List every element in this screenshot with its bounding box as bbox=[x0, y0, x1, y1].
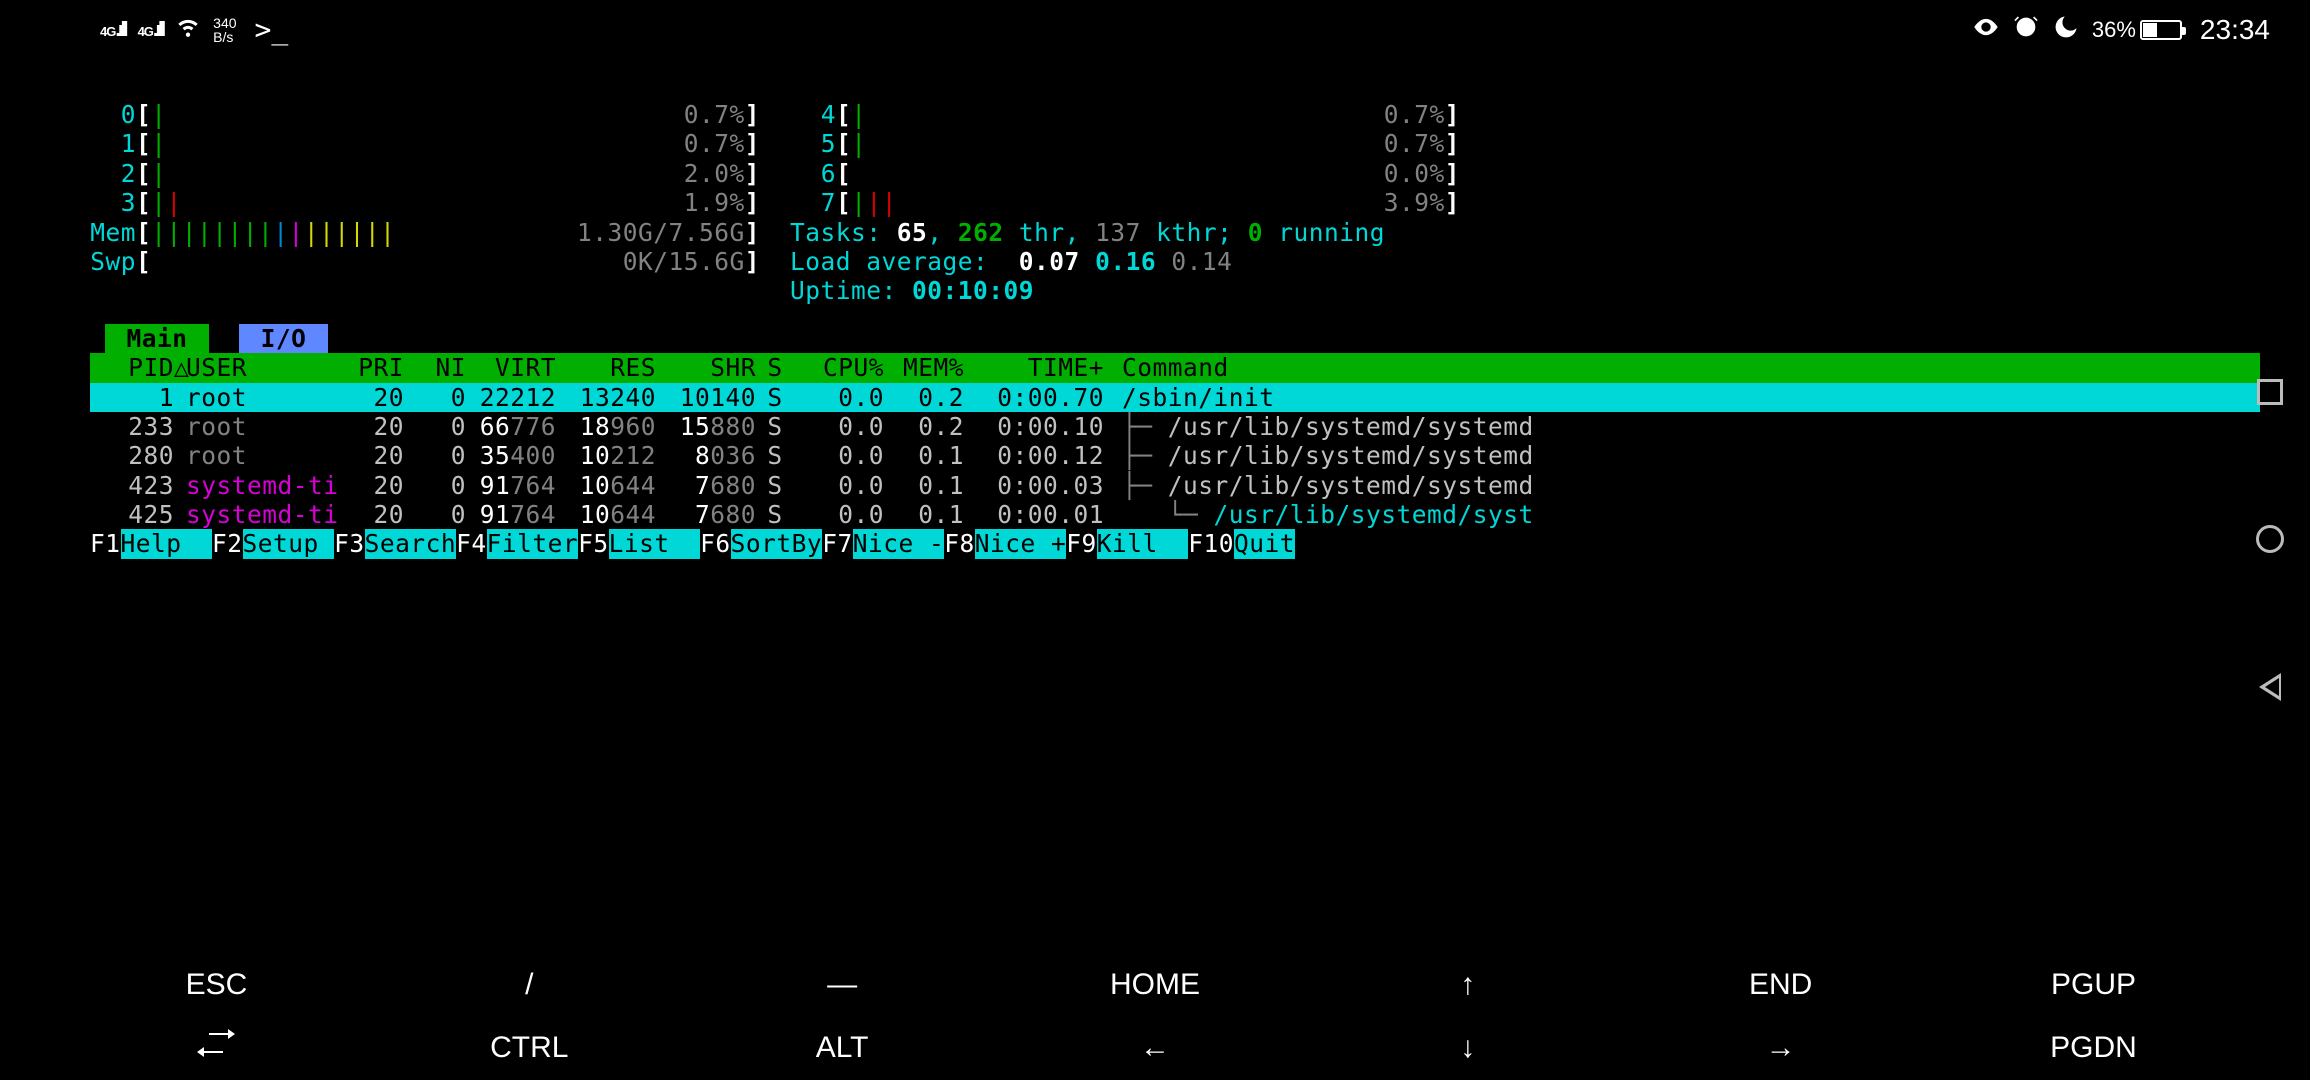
cpu-meter-4: 4[|0.7%] bbox=[790, 100, 1460, 129]
softkey-pgdn[interactable]: PGDN bbox=[1993, 1030, 2193, 1066]
softkey-alt[interactable]: ALT bbox=[742, 1030, 942, 1066]
fnkey-f4[interactable]: F4Filter bbox=[456, 529, 578, 558]
softkey-left[interactable]: ← bbox=[1055, 1030, 1255, 1066]
cpu-meter-0: 0[|0.7%] bbox=[90, 100, 760, 129]
tasks-line: Tasks: 65, 262 thr, 137 kthr; 0 running bbox=[790, 218, 2260, 247]
softkey-end[interactable]: END bbox=[1681, 967, 1881, 1003]
cpu-meter-5: 5[|0.7%] bbox=[790, 129, 1460, 158]
softkey-tab[interactable] bbox=[116, 1029, 316, 1066]
fnkey-f3[interactable]: F3Search bbox=[334, 529, 456, 558]
terminal-app-icon: >_ bbox=[255, 13, 289, 47]
softkey-right[interactable]: → bbox=[1681, 1030, 1881, 1066]
android-statusbar: 4G.ıll 4G.ıll 340 B/s >_ 36% 23:34 bbox=[0, 0, 2310, 60]
tab-io[interactable]: I/O bbox=[239, 324, 327, 353]
fnkey-f7[interactable]: F7Nice - bbox=[822, 529, 944, 558]
fnkey-f8[interactable]: F8Nice + bbox=[944, 529, 1066, 558]
softkey-up[interactable]: ↑ bbox=[1368, 967, 1568, 1003]
fnkey-f10[interactable]: F10Quit bbox=[1188, 529, 1295, 558]
table-row[interactable]: 280 root20035400102128036S0.00.10:00.12├… bbox=[90, 441, 2260, 470]
battery-level: 36% bbox=[2092, 17, 2182, 43]
softkey-down[interactable]: ↓ bbox=[1368, 1030, 1568, 1066]
fnkey-f5[interactable]: F5List bbox=[578, 529, 700, 558]
wifi-icon bbox=[175, 13, 201, 47]
moon-icon bbox=[2052, 13, 2080, 47]
cpu-meter-7: 7[|||3.9%] bbox=[790, 188, 1460, 217]
softkey-―[interactable]: ― bbox=[742, 967, 942, 1003]
softkey-esc[interactable]: ESC bbox=[116, 967, 316, 1003]
fnkey-f6[interactable]: F6SortBy bbox=[700, 529, 822, 558]
cpu-meter-1: 1[|0.7%] bbox=[90, 129, 760, 158]
fnkey-f9[interactable]: F9Kill bbox=[1066, 529, 1188, 558]
recents-icon[interactable] bbox=[2257, 379, 2283, 405]
data-rate: 340 B/s bbox=[213, 16, 236, 44]
alarm-icon bbox=[2012, 13, 2040, 47]
swap-meter: Swp[0K/15.6G] bbox=[90, 247, 760, 276]
softkey-home[interactable]: HOME bbox=[1055, 967, 1255, 1003]
htop-terminal[interactable]: 0[|0.7%]1[|0.7%]2[|2.0%]3[||1.9%] 4[|0.7… bbox=[90, 100, 2260, 559]
cpu-meter-3: 3[||1.9%] bbox=[90, 188, 760, 217]
softkey-ctrl[interactable]: CTRL bbox=[429, 1030, 629, 1066]
eye-icon bbox=[1972, 13, 2000, 47]
function-key-bar: F1Help F2Setup F3SearchF4FilterF5List F6… bbox=[90, 529, 2260, 558]
softkey-pgup[interactable]: PGUP bbox=[1993, 967, 2193, 1003]
meters-area: 0[|0.7%]1[|0.7%]2[|2.0%]3[||1.9%] 4[|0.7… bbox=[90, 100, 2260, 218]
process-list[interactable]: 1 root200222121324010140S0.00.20:00.70/s… bbox=[90, 383, 2260, 530]
table-row[interactable]: 425 systemd-ti20091764106447680S0.00.10:… bbox=[90, 500, 2260, 529]
process-header[interactable]: PID△USERPRINIVIRTRESSHRSCPU%MEM%TIME+Com… bbox=[90, 353, 2260, 382]
fnkey-f1[interactable]: F1Help bbox=[90, 529, 212, 558]
tab-main[interactable]: Main bbox=[105, 324, 209, 353]
softkey-/[interactable]: / bbox=[429, 967, 629, 1003]
android-nav-bar bbox=[2240, 0, 2300, 1080]
table-row[interactable]: 423 systemd-ti20091764106447680S0.00.10:… bbox=[90, 471, 2260, 500]
table-row[interactable]: 233 root200667761896015880S0.00.20:00.10… bbox=[90, 412, 2260, 441]
home-icon[interactable] bbox=[2256, 525, 2284, 553]
fnkey-f2[interactable]: F2Setup bbox=[212, 529, 334, 558]
table-row[interactable]: 1 root200222121324010140S0.00.20:00.70/s… bbox=[90, 383, 2260, 412]
mem-meter: Mem[||||||||||||||||1.30G/7.56G] bbox=[90, 218, 760, 247]
screen-tabs: Main I/O bbox=[90, 324, 2260, 353]
cpu-meter-2: 2[|2.0%] bbox=[90, 159, 760, 188]
signal-4g-1: 4G.ıll bbox=[100, 18, 126, 42]
cpu-meter-6: 6[0.0%] bbox=[790, 159, 1460, 188]
terminal-softkeys: ESC / ― HOME ↑ END PGUP CTRL ALT ← ↓ → PGDN bbox=[60, 967, 2250, 1066]
signal-4g-2: 4G.ıll bbox=[138, 18, 164, 42]
battery-icon bbox=[2140, 20, 2182, 40]
uptime-line: Uptime: 00:10:09 bbox=[790, 276, 2260, 305]
back-icon[interactable] bbox=[2259, 673, 2281, 701]
load-average-line: Load average: 0.07 0.16 0.14 bbox=[790, 247, 2260, 276]
mem-swap-area: Mem[||||||||||||||||1.30G/7.56G] Swp[0K/… bbox=[90, 218, 2260, 306]
